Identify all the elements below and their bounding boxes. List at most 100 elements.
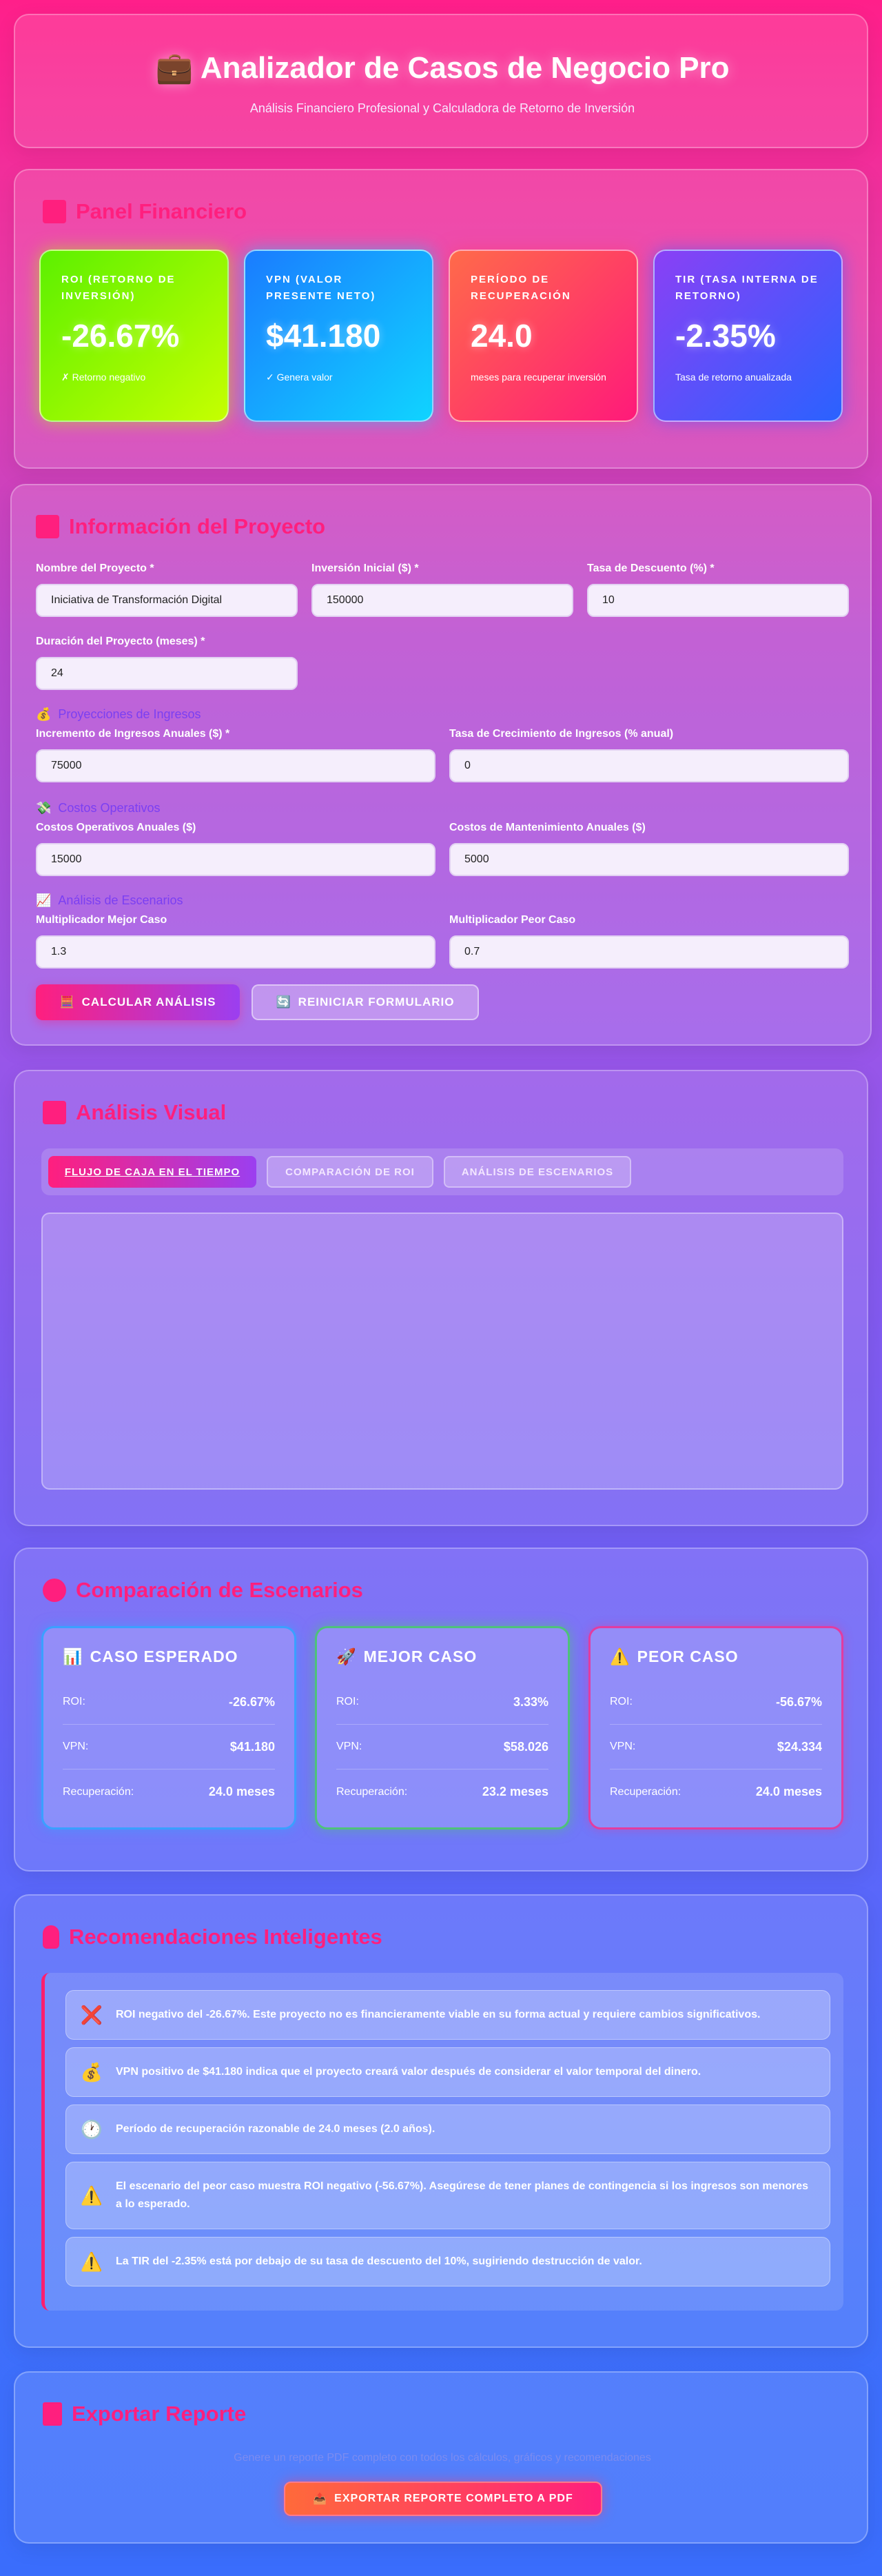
export-description: Genere un reporte PDF completo con todos… [234,2452,651,2464]
calculate-button[interactable]: 🧮 CALCULAR ANÁLISIS [36,984,240,1020]
financial-dashboard: Panel Financiero ROI (Retorno de Inversi… [14,169,868,469]
money-wings-icon: 💸 [36,801,52,815]
export-pdf-button[interactable]: 📤 EXPORTAR REPORTE COMPLETO A PDF [284,2482,602,2516]
roi-row: ROI: -56.67% [610,1680,822,1725]
growth-label: Tasa de Crecimiento de Ingresos (% anual… [449,728,674,740]
clock-icon: 🕐 [80,2119,103,2140]
scenario-comparison: Comparación de Escenarios 📊 CASO ESPERADO… [14,1548,868,1872]
scenarios-subhead: 📈 Análisis de Escenarios [36,893,183,907]
recommendation-item: ⚠️ La TIR del -2.35% está por debajo de … [65,2237,830,2286]
section-title-project: Información del Proyecto [36,514,325,539]
investment-label: Inversión Inicial ($) * [311,562,419,574]
investment-input[interactable]: 150000 [311,584,573,617]
kpi-value: $41.180 [266,318,381,354]
section-title-scenarios: Comparación de Escenarios [43,1578,363,1603]
refresh-icon: 🔄 [276,995,291,1008]
bar-chart-icon: 📊 [63,1647,83,1665]
scenario-title: 🚀 MEJOR CASO [336,1647,478,1665]
chart-icon [43,1101,66,1124]
npv-row: VPN: $58.026 [336,1725,548,1769]
page-subtitle: Análisis Financiero Profesional y Calcul… [249,101,635,115]
recommendation-item: 💰 VPN positivo de $41.180 indica que el … [65,2047,830,2097]
kpi-note: ✗ Retorno negativo [61,372,146,383]
section-title-dashboard: Panel Financiero [43,199,247,224]
growth-input[interactable]: 0 [449,749,849,782]
scenario-title: 📊 CASO ESPERADO [63,1647,238,1665]
memo-icon [36,515,59,538]
money-bag-icon: 💰 [80,2062,103,2082]
payback-row: Recuperación: 24.0 meses [63,1785,275,1798]
kpi-npv: VPN (Valor Presente Neto) $41.180 ✓ Gene… [244,250,433,422]
npv-row: VPN: $24.334 [610,1725,822,1769]
reset-button[interactable]: 🔄 REINICIAR FORMULARIO [252,984,479,1020]
warning-icon: ⚠️ [610,1647,630,1665]
scenario-card-worst: ⚠️ PEOR CASO ROI: -56.67% VPN: $24.334 Recu… [588,1626,843,1829]
kpi-value: -2.35% [675,318,776,354]
revenue-label: Incremento de Ingresos Anuales ($) * [36,728,230,740]
scenario-title: ⚠️ PEOR CASO [610,1647,739,1665]
payback-row: Recuperación: 23.2 meses [336,1785,548,1798]
lightbulb-icon [43,1925,59,1949]
kpi-value: 24.0 [471,318,533,354]
page-title: 💼 Analizador de Casos de Negocio Pro [155,51,730,85]
section-title-export: Exportar Reporte [43,2402,246,2426]
chart-icon [43,200,66,223]
kpi-value: -26.67% [61,318,180,354]
project-form: Información del Proyecto Nombre del Proy… [10,484,872,1046]
maintenance-input[interactable]: 5000 [449,843,849,876]
kpi-note: ✓ Genera valor [266,372,333,383]
app-header: 💼 Analizador de Casos de Negocio Pro Aná… [14,14,868,148]
outbox-icon: 📤 [313,2493,328,2505]
tab-roi-comparison[interactable]: Comparación de ROI [267,1156,433,1188]
roi-row: ROI: -26.67% [63,1680,275,1725]
kpi-irr: TIR (Tasa Interna de Retorno) -2.35% Tas… [653,250,843,422]
tab-scenario-analysis[interactable]: Análisis de Escenarios [444,1156,631,1188]
recommendation-item: ⚠️ El escenario del peor caso muestra RO… [65,2162,830,2229]
kpi-roi: ROI (Retorno de Inversión) -26.67% ✗ Ret… [39,250,229,422]
best-case-label: Multiplicador Mejor Caso [36,914,167,926]
worst-case-label: Multiplicador Peor Caso [449,914,576,926]
project-name-label: Nombre del Proyecto * [36,562,154,574]
money-bag-icon: 💰 [36,707,52,721]
worst-case-input[interactable]: 0.7 [449,935,849,968]
recommendation-item: 🕐 Período de recuperación razonable de 2… [65,2105,830,2154]
tab-cash-flow[interactable]: Flujo de Caja en el Tiempo [48,1156,256,1188]
scenario-card-expected: 📊 CASO ESPERADO ROI: -26.67% VPN: $41.180 R… [41,1626,296,1829]
project-name-input[interactable]: Iniciativa de Transformación Digital [36,584,298,617]
revenue-subhead: 💰 Proyecciones de Ingresos [36,707,201,721]
revenue-input[interactable]: 75000 [36,749,435,782]
opex-label: Costos Operativos Anuales ($) [36,822,196,833]
scenario-card-best: 🚀 MEJOR CASO ROI: 3.33% VPN: $58.026 Recupe… [315,1626,570,1829]
discount-rate-label: Tasa de Descuento (%) * [587,562,715,574]
kpi-label: Período de Recuperación [471,274,571,302]
kpi-note: Tasa de retorno anualizada [675,372,792,383]
section-title-visual: Análisis Visual [43,1100,226,1125]
kpi-label: TIR (Tasa Interna de Retorno) [675,274,819,302]
export-report: Exportar Reporte Genere un reporte PDF c… [14,2371,868,2544]
maintenance-label: Costos de Mantenimiento Anuales ($) [449,822,646,833]
duration-label: Duración del Proyecto (meses) * [36,636,205,647]
discount-rate-input[interactable]: 10 [587,584,849,617]
trend-chart-icon: 📈 [36,893,52,907]
rocket-icon: 🚀 [336,1647,357,1665]
document-icon [43,2402,62,2426]
duration-input[interactable]: 24 [36,657,298,690]
kpi-label: ROI (Retorno de Inversión) [61,274,176,302]
kpi-note: meses para recuperar inversión [471,372,606,383]
warning-icon: ⚠️ [80,2251,103,2272]
best-case-input[interactable]: 1.3 [36,935,435,968]
roi-row: ROI: 3.33% [336,1680,548,1725]
kpi-label: VPN (Valor Presente Neto) [266,274,376,302]
recommendation-item: ❌ ROI negativo del -26.67%. Este proyect… [65,1990,830,2040]
cross-icon: ❌ [80,2005,103,2025]
kpi-payback: Período de Recuperación 24.0 meses para … [449,250,638,422]
npv-row: VPN: $41.180 [63,1725,275,1769]
visual-analysis: Análisis Visual Flujo de Caja en el Tiem… [14,1070,868,1526]
payback-row: Recuperación: 24.0 meses [610,1785,822,1798]
opex-input[interactable]: 15000 [36,843,435,876]
costs-subhead: 💸 Costos Operativos [36,801,161,815]
recommendations: Recomendaciones Inteligentes ❌ ROI negat… [14,1894,868,2348]
recommendations-list: ❌ ROI negativo del -26.67%. Este proyect… [41,1973,843,2311]
section-title-recommendations: Recomendaciones Inteligentes [43,1925,382,1949]
warning-icon: ⚠️ [80,2185,103,2206]
